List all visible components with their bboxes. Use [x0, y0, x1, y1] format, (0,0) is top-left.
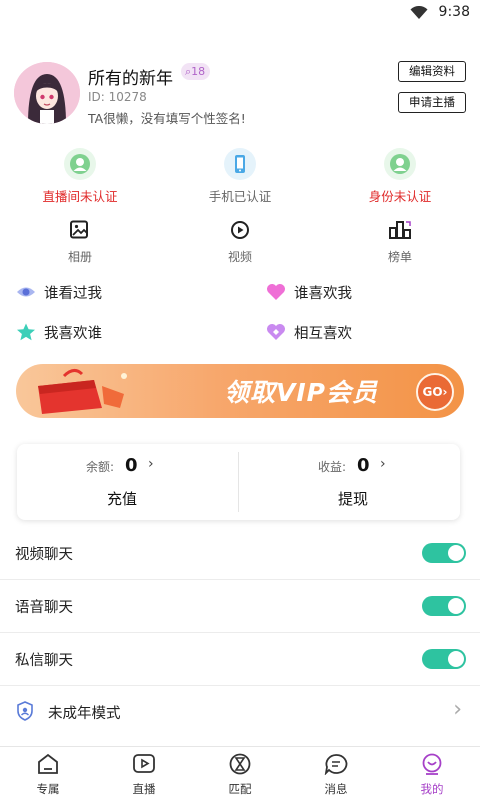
- nickname: 所有的新年: [88, 69, 173, 89]
- setting-voice-chat: 语音聊天: [0, 580, 480, 633]
- live-icon: [133, 754, 155, 773]
- who-i-like[interactable]: 我喜欢谁: [16, 321, 216, 343]
- income-value: 0: [357, 455, 370, 476]
- who-viewed-me-label: 谁看过我: [44, 286, 102, 302]
- income-arrow-icon[interactable]: ›: [380, 456, 386, 472]
- func-album[interactable]: 相册: [40, 220, 120, 265]
- video-chat-toggle[interactable]: [422, 543, 466, 563]
- cert-live-room[interactable]: 直播间未认证: [25, 148, 135, 205]
- vip-go-button[interactable]: GO›: [416, 373, 454, 411]
- heart-icon: [267, 284, 285, 300]
- recharge-button[interactable]: 充值: [107, 488, 137, 509]
- balance-arrow-icon[interactable]: ›: [148, 456, 154, 472]
- avatar[interactable]: [14, 62, 80, 124]
- apply-anchor-button[interactable]: 申请主播: [398, 92, 466, 113]
- who-likes-me[interactable]: 谁喜欢我: [266, 281, 466, 303]
- func-video-label: 视频: [227, 250, 252, 264]
- level-value: 18: [191, 65, 206, 78]
- mutual-like-label: 相互喜欢: [294, 326, 352, 342]
- nav-match-label: 匹配: [228, 782, 252, 796]
- func-album-label: 相册: [67, 250, 92, 264]
- gift-box-icon: [38, 369, 127, 414]
- video-play-icon: [231, 221, 249, 239]
- nav-profile-label: 我的: [420, 782, 444, 796]
- shield-user-icon: [17, 701, 33, 721]
- setting-private-chat-label: 私信聊天: [15, 653, 73, 669]
- cert-phone[interactable]: 手机已认证: [185, 148, 295, 205]
- private-chat-toggle[interactable]: [422, 649, 466, 669]
- match-icon: [229, 753, 251, 775]
- signature: TA很懒，没有填写个性签名!: [88, 111, 246, 126]
- setting-video-chat: 视频聊天: [0, 527, 480, 580]
- func-video[interactable]: 视频: [200, 220, 280, 265]
- user-id: ID: 10278: [88, 90, 147, 104]
- nav-live[interactable]: 直播: [114, 753, 174, 797]
- nav-profile[interactable]: 我的: [402, 753, 462, 797]
- balance-value: 0: [125, 455, 138, 476]
- nav-live-label: 直播: [132, 782, 156, 796]
- star-icon: [17, 323, 35, 341]
- cert-phone-label: 手机已认证: [208, 189, 272, 204]
- avatar-illustration: [14, 62, 80, 124]
- toggle-knob: [448, 545, 464, 561]
- message-icon: [324, 754, 348, 776]
- status-time: 9:38: [438, 4, 470, 20]
- setting-video-chat-label: 视频聊天: [15, 547, 73, 563]
- cert-live-room-label: 直播间未认证: [42, 189, 118, 204]
- voice-chat-toggle[interactable]: [422, 596, 466, 616]
- who-viewed-me[interactable]: 谁看过我: [16, 281, 216, 303]
- bottom-nav: 专属 直播 匹配 消息 我的: [0, 746, 480, 801]
- setting-voice-chat-label: 语音聊天: [15, 600, 73, 616]
- minor-mode-label: 未成年模式: [48, 706, 121, 722]
- func-ranking[interactable]: 榜单: [360, 220, 440, 265]
- income-label: 收益:: [318, 460, 347, 474]
- wallet-card: 余额: 0 › 充值 收益: 0 › 提现: [17, 444, 460, 520]
- nav-message[interactable]: 消息: [306, 753, 366, 797]
- identity-cert-icon: [384, 148, 416, 180]
- chevron-right-icon: ›: [453, 697, 462, 722]
- wallet-divider: [238, 452, 239, 512]
- nav-exclusive-label: 专属: [36, 782, 60, 796]
- vip-go-label: GO: [422, 385, 443, 399]
- balance-label: 余额:: [86, 460, 115, 474]
- level-badge: ⌕18: [181, 63, 211, 80]
- toggle-knob: [448, 651, 464, 667]
- who-likes-me-label: 谁喜欢我: [294, 286, 352, 302]
- photo-album-icon: [70, 220, 88, 239]
- status-bar: 9:38: [0, 0, 480, 26]
- edit-profile-button[interactable]: 编辑资料: [398, 61, 466, 82]
- setting-private-chat: 私信聊天: [0, 633, 480, 686]
- phone-cert-icon: [224, 148, 256, 180]
- func-ranking-label: 榜单: [387, 250, 412, 264]
- live-room-cert-icon: [64, 148, 96, 180]
- minor-mode-row[interactable]: 未成年模式 ›: [0, 686, 480, 738]
- mutual-like[interactable]: 相互喜欢: [266, 321, 466, 343]
- cert-identity-label: 身份未认证: [368, 189, 432, 204]
- mutual-heart-icon: [267, 324, 285, 340]
- nav-message-label: 消息: [324, 782, 348, 796]
- eye-icon: [17, 287, 35, 297]
- cert-identity[interactable]: 身份未认证: [345, 148, 455, 205]
- vip-banner-text: 领取VIP会员: [224, 378, 378, 407]
- vip-banner[interactable]: 领取VIP会员 GO›: [16, 364, 464, 418]
- who-i-like-label: 我喜欢谁: [44, 326, 102, 342]
- toggle-knob: [448, 598, 464, 614]
- profile-icon: [422, 753, 442, 775]
- nav-match[interactable]: 匹配: [210, 753, 270, 797]
- nav-exclusive[interactable]: 专属: [18, 753, 78, 797]
- home-icon: [38, 753, 58, 774]
- ranking-icon: [389, 221, 411, 239]
- withdraw-button[interactable]: 提现: [338, 488, 368, 509]
- wifi-icon: [410, 6, 428, 19]
